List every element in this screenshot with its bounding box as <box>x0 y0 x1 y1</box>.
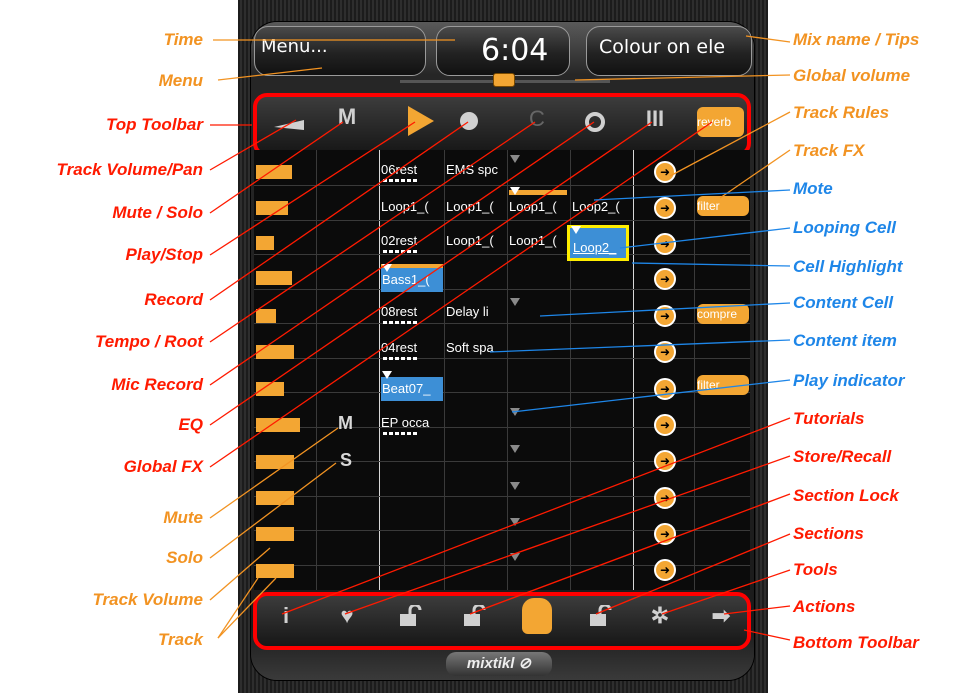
callout-menu: Menu <box>158 71 203 90</box>
callout-mix-name: Mix name / Tips <box>793 30 920 49</box>
callout-time: Time <box>163 30 203 49</box>
callout-global-fx: Global FX <box>123 457 203 476</box>
callout-global-volume: Global volume <box>793 66 911 85</box>
callout-looping-cell: Looping Cell <box>793 218 896 237</box>
callout-cell-highlight: Cell Highlight <box>793 257 903 276</box>
callout-tools: Tools <box>793 560 838 579</box>
callout-mic-record: Mic Record <box>111 375 203 394</box>
callout-mute: Mute <box>163 508 203 527</box>
callout-mote: Mote <box>793 179 833 198</box>
callout-solo: Solo <box>166 548 203 567</box>
callout-track-fx: Track FX <box>793 141 865 160</box>
callout-section-lock: Section Lock <box>793 486 899 505</box>
callout-track: Track <box>157 630 203 649</box>
callout-tempo-root: Tempo / Root <box>95 332 203 351</box>
callout-content-item: Content item <box>793 331 897 350</box>
callout-record: Record <box>144 290 203 309</box>
callout-actions: Actions <box>793 597 856 616</box>
callout-track-volume-pan: Track Volume/Pan <box>56 160 203 179</box>
callout-tutorials: Tutorials <box>793 409 865 428</box>
callout-mute-solo: Mute / Solo <box>112 203 203 222</box>
callout-store-recall: Store/Recall <box>793 447 892 466</box>
callout-track-volume: Track Volume <box>92 590 203 609</box>
callout-content-cell: Content Cell <box>793 293 894 312</box>
callout-play-indicator: Play indicator <box>793 371 905 390</box>
callout-top-toolbar: Top Toolbar <box>106 115 203 134</box>
callout-eq: EQ <box>178 415 203 434</box>
callout-track-rules: Track Rules <box>793 103 890 122</box>
callout-sections: Sections <box>793 524 864 543</box>
callout-bottom-toolbar: Bottom Toolbar <box>793 633 919 652</box>
callout-play-stop: Play/Stop <box>125 245 203 264</box>
